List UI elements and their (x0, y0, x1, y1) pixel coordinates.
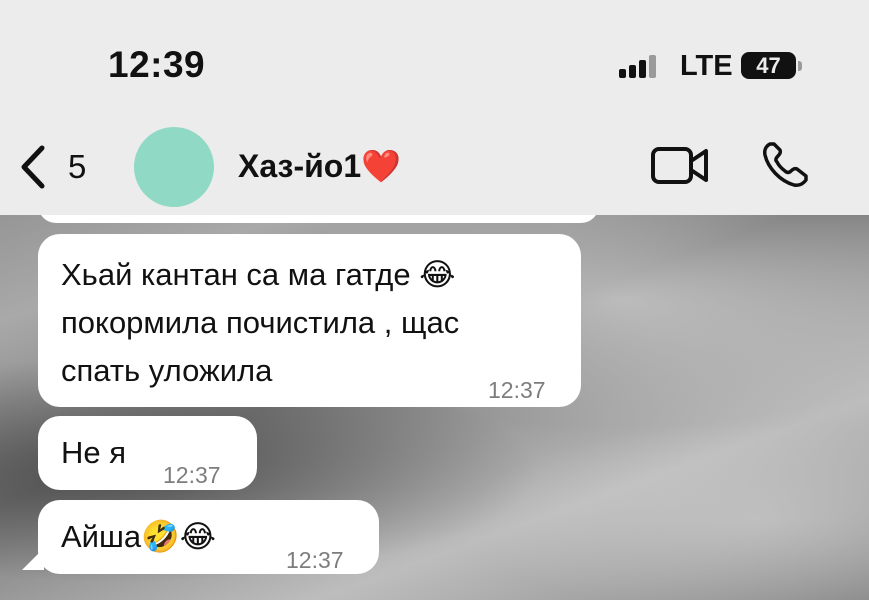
message-timestamp: 12:37 (163, 462, 221, 488)
battery-icon: 47 (741, 52, 796, 79)
chat-header: 12:39 LTE 47 5 Хаз-йо1❤️ (0, 0, 869, 215)
back-button[interactable] (16, 142, 52, 192)
cellular-signal-icon (619, 54, 663, 78)
unread-count[interactable]: 5 (68, 148, 86, 186)
battery-tip (798, 61, 802, 71)
message-bubble[interactable]: Айша🤣😂 12:37 (38, 500, 379, 574)
video-call-button[interactable] (650, 143, 710, 187)
status-time: 12:39 (108, 44, 206, 85)
contact-name[interactable]: Хаз-йо1❤️ (238, 147, 401, 185)
message-bubble[interactable]: Хьай кантан са ма гатде 😂 покормила почи… (38, 234, 581, 407)
bubble-tail (22, 548, 44, 570)
avatar[interactable] (134, 127, 214, 207)
video-camera-icon (651, 147, 708, 184)
message-bubble[interactable]: Не я 12:37 (38, 416, 257, 490)
network-type: LTE (680, 50, 733, 82)
message-text: Хьай кантан са ма гатде 😂 покормила почи… (61, 257, 460, 388)
voice-call-button[interactable] (760, 140, 810, 190)
message-timestamp: 12:37 (488, 377, 546, 403)
message-text: Не я (61, 435, 127, 470)
phone-icon (763, 142, 808, 187)
chevron-left-icon (21, 145, 45, 189)
message-timestamp: 12:37 (286, 547, 344, 573)
message-text: Айша🤣😂 (61, 519, 216, 554)
